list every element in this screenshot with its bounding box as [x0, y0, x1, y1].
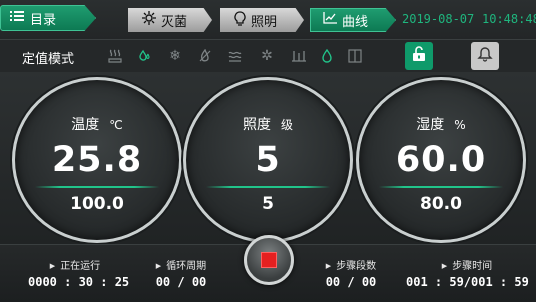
step-title: 步骤段数 [316, 257, 386, 272]
mode-label: 定值模式 [22, 52, 75, 67]
temperature-setpoint[interactable]: 100.0 [15, 194, 179, 214]
dehumidify-icon [196, 47, 214, 65]
curve-label: 曲线 [342, 14, 369, 30]
temperature-value: 25.8 [51, 140, 143, 180]
chart-icon [323, 12, 337, 28]
fan-icon: ✲ [261, 48, 273, 64]
heat-icon [106, 47, 124, 65]
alarm-button[interactable] [471, 42, 499, 70]
lighting-button[interactable]: 照明 [220, 8, 304, 32]
status-bar: 正在运行 0000 : 30 : 25 循环周期 00 / 00 步骤段数 00… [0, 235, 536, 302]
step-time-block: 步骤时间 001 : 59/001 : 59 [406, 257, 529, 289]
cycle-value: 00 / 00 [155, 275, 207, 289]
bulb-icon [234, 10, 246, 30]
mode-row: 定值模式 ❄ ✲ [0, 40, 536, 72]
curve-button[interactable]: 曲线 [310, 8, 396, 32]
unlock-icon [411, 46, 427, 66]
steptime-value: 001 : 59/001 : 59 [406, 275, 529, 289]
humidity-title: 湿度% [359, 114, 523, 134]
illuminance-unit: 级 [280, 118, 293, 132]
bell-icon [477, 46, 493, 66]
cool-icon: ❄ [169, 48, 181, 64]
sterilize-button[interactable]: 灭菌 [128, 8, 212, 32]
step-block: 步骤段数 00 / 00 [316, 257, 386, 289]
humidity-divider [378, 186, 504, 188]
unlock-button[interactable] [405, 42, 433, 70]
temperature-unit: ℃ [109, 118, 123, 132]
temperature-gauge[interactable]: 温度 ℃ 25.8 100.0 [12, 77, 182, 243]
sterilize-icon [142, 11, 156, 29]
list-icon [10, 10, 24, 26]
gauge-panel: 温度 ℃ 25.8 100.0 照度级 5 5 湿度% 60.0 80.0 [0, 72, 536, 244]
humidity-setpoint[interactable]: 80.0 [359, 194, 523, 214]
humidity-value: 60.0 [395, 140, 487, 180]
temperature-divider [34, 186, 160, 188]
water-drop-icon [318, 47, 336, 65]
date-display: 2019-08-07 [402, 12, 475, 26]
humidity-label: 湿度 [416, 117, 445, 133]
illuminance-gauge[interactable]: 照度级 5 5 [183, 77, 353, 243]
water-icon [226, 47, 244, 65]
top-bar: 目录 灭菌 照明 曲线 2019-08-07 10:48:48 [0, 0, 536, 40]
door-icon [346, 47, 364, 65]
humidity-gauge[interactable]: 湿度% 60.0 80.0 [356, 77, 526, 243]
illuminance-label: 照度 [242, 117, 271, 133]
light-level-icon [290, 47, 308, 65]
illuminance-setpoint[interactable]: 5 [186, 194, 350, 214]
illuminance-divider [205, 186, 331, 188]
cycle-block: 循环周期 00 / 00 [146, 257, 216, 289]
illuminance-title: 照度级 [186, 114, 350, 134]
stop-button[interactable] [244, 235, 294, 285]
humidify-icon [136, 47, 154, 65]
humidity-unit: % [454, 118, 466, 132]
stop-icon [261, 252, 277, 268]
running-value: 0000 : 30 : 25 [28, 275, 130, 289]
cycle-title: 循环周期 [146, 257, 216, 272]
temperature-title: 温度 ℃ [15, 114, 179, 134]
sterilize-label: 灭菌 [161, 14, 188, 30]
menu-label: 目录 [30, 12, 57, 28]
step-value: 00 / 00 [325, 275, 377, 289]
running-title: 正在运行 [28, 257, 122, 272]
running-time-block: 正在运行 0000 : 30 : 25 [28, 257, 130, 289]
steptime-title: 步骤时间 [406, 257, 528, 272]
illuminance-value: 5 [255, 140, 281, 180]
time-display: 10:48:48 [482, 12, 536, 26]
temperature-label: 温度 [71, 117, 100, 133]
lighting-label: 照明 [251, 14, 278, 30]
menu-button[interactable]: 目录 [0, 5, 96, 31]
